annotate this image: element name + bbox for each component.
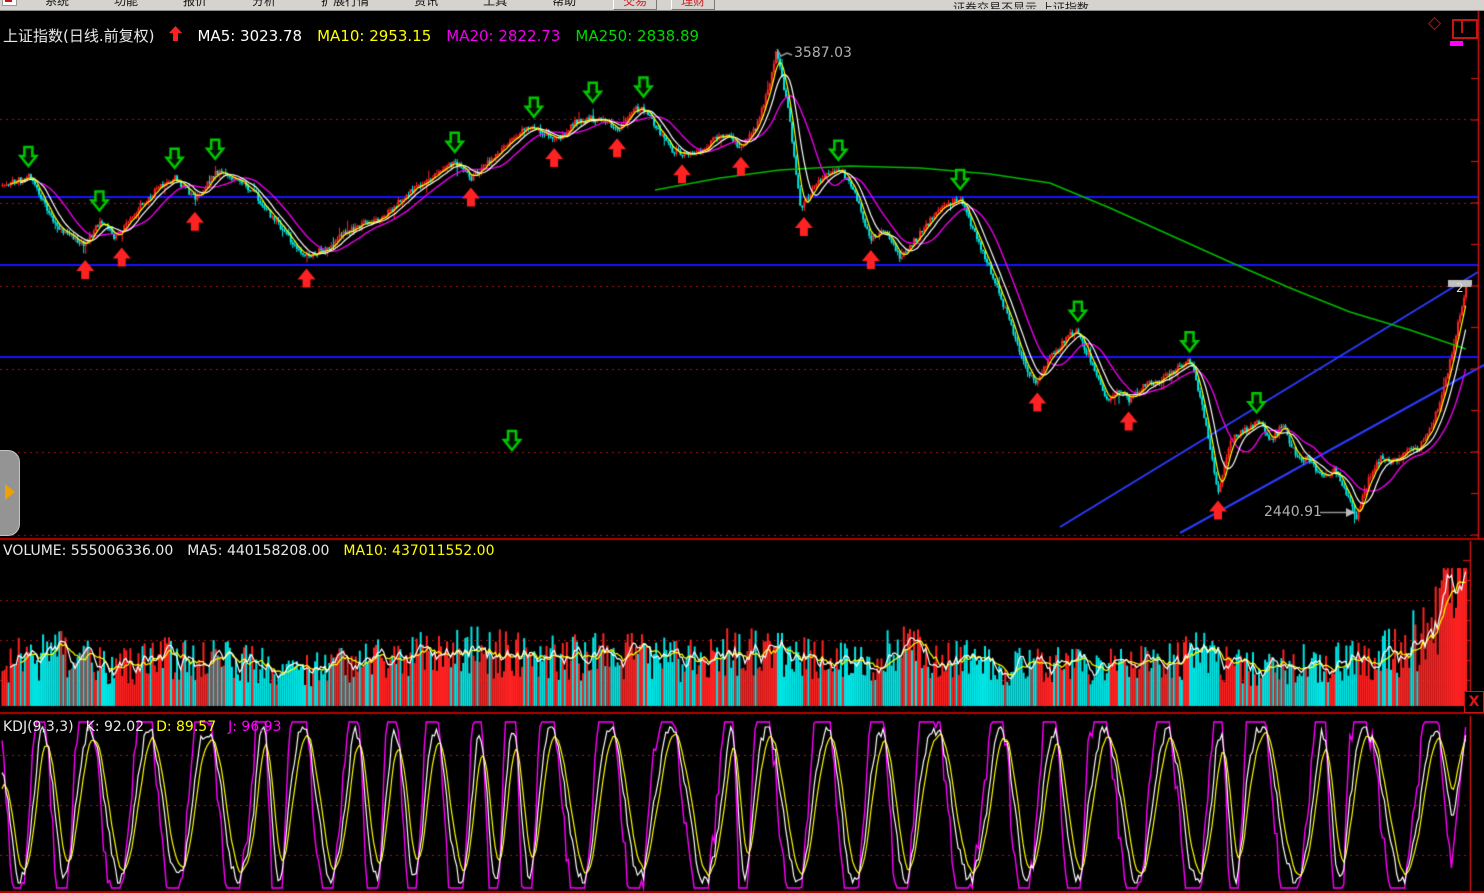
main-chart-header: 上证指数(日线.前复权) MA5: 3023.78 MA10: 2953.15 …	[3, 25, 699, 46]
menu-item-extended-market[interactable]: 扩展行情	[299, 0, 392, 9]
menu-item-analysis[interactable]: 分析	[230, 0, 299, 9]
split-window-icon[interactable]	[1452, 19, 1478, 39]
ma10-value: MA10: 2953.15	[317, 27, 431, 45]
app-logo-icon[interactable]	[2, 0, 17, 6]
menu-item-function[interactable]: 功能	[92, 0, 161, 9]
indicator-close-button[interactable]: X	[1464, 691, 1484, 713]
ma250-value: MA250: 2838.89	[575, 27, 699, 45]
menu-trade-button[interactable]: 交易	[613, 0, 657, 10]
diamond-marker-icon[interactable]: ◇	[1428, 15, 1441, 32]
menu-bar: 系统 功能 报价 分析 扩展行情 资讯 工具 帮助 交易 理财 证券交易不显示 …	[0, 0, 1484, 11]
volume-ma5-value: MA5: 440158208.00	[187, 543, 329, 559]
volume-ma10-value: MA10: 437011552.00	[343, 543, 494, 559]
menu-item-system[interactable]: 系统	[23, 0, 92, 9]
kdj-title: KDJ(9,3,3)	[3, 719, 74, 735]
menu-item-quotes[interactable]: 报价	[161, 0, 230, 9]
menu-item-tools[interactable]: 工具	[461, 0, 530, 9]
menu-finance-button[interactable]: 理财	[671, 0, 715, 10]
kdj-k-value: K: 92.02	[86, 719, 144, 735]
signal-up-arrow-icon	[169, 26, 182, 45]
menu-item-help[interactable]: 帮助	[530, 0, 599, 9]
right-edge-price-fragment: 2	[1456, 281, 1464, 295]
sidebar-flyout-handle[interactable]	[0, 450, 20, 536]
flyout-arrow-icon	[5, 484, 15, 500]
kdj-j-value: J: 96.93	[228, 719, 281, 735]
volume-header: VOLUME: 555006336.00 MA5: 440158208.00 M…	[3, 543, 494, 559]
volume-value: VOLUME: 555006336.00	[3, 543, 173, 559]
kdj-d-value: D: 89.57	[156, 719, 216, 735]
menu-item-news[interactable]: 资讯	[392, 0, 461, 9]
chart-canvas[interactable]	[0, 0, 1484, 893]
high-price-label: 3587.03	[794, 45, 852, 61]
kdj-header: KDJ(9,3,3) K: 92.02 D: 89.57 J: 96.93	[3, 719, 281, 735]
app-window: 系统 功能 报价 分析 扩展行情 资讯 工具 帮助 交易 理财 证券交易不显示 …	[0, 0, 1484, 893]
magenta-marker	[1450, 41, 1463, 46]
ma5-value: MA5: 3023.78	[197, 27, 302, 45]
low-price-label: 2440.91	[1264, 504, 1322, 520]
symbol-title: 上证指数(日线.前复权)	[3, 25, 154, 46]
ma20-value: MA20: 2822.73	[446, 27, 560, 45]
menu-right-status-text: 证券交易不显示 上证指数	[953, 0, 1089, 9]
